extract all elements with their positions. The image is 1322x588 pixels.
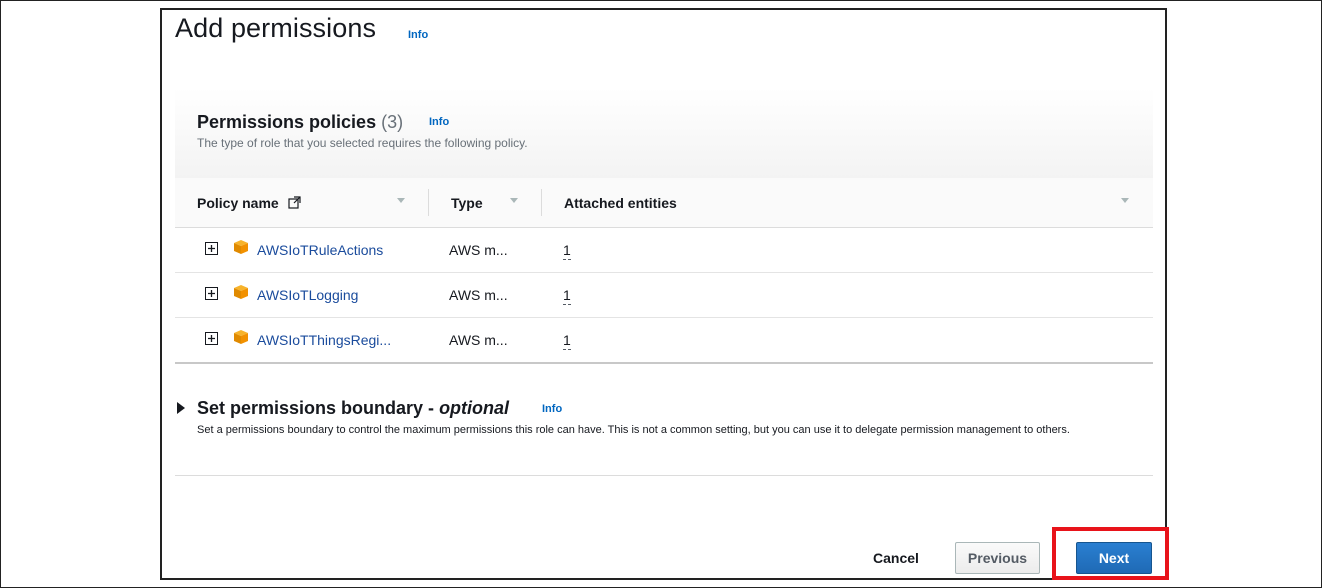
page-title: Add permissions bbox=[175, 13, 377, 43]
policy-type: AWS m... bbox=[449, 287, 508, 303]
table-row: AWSIoTLogging AWS m... 1 bbox=[175, 273, 1153, 318]
policy-type: AWS m... bbox=[449, 332, 508, 348]
boundary-info-link[interactable]: Info bbox=[542, 403, 562, 415]
sort-caret-icon[interactable] bbox=[1121, 198, 1129, 203]
permissions-policies-panel: Permissions policies (3) Info The type o… bbox=[175, 88, 1153, 364]
sort-caret-icon[interactable] bbox=[397, 198, 405, 203]
attached-entities-count[interactable]: 1 bbox=[563, 287, 571, 305]
table-row: AWSIoTRuleActions AWS m... 1 bbox=[175, 228, 1153, 273]
policy-type: AWS m... bbox=[449, 242, 508, 258]
policies-title-text: Permissions policies bbox=[197, 112, 377, 132]
boundary-description: Set a permissions boundary to control th… bbox=[197, 424, 1070, 436]
column-type[interactable]: Type bbox=[451, 195, 483, 211]
attached-entities-count[interactable]: 1 bbox=[563, 332, 571, 350]
expand-plus-icon[interactable] bbox=[205, 242, 218, 255]
managed-policy-icon bbox=[234, 330, 248, 344]
policy-name-link[interactable]: AWSIoTRuleActions bbox=[257, 242, 383, 258]
previous-button[interactable]: Previous bbox=[955, 542, 1040, 574]
policies-table-header: Policy name Type Attached entities bbox=[175, 178, 1153, 228]
cancel-button[interactable]: Cancel bbox=[852, 543, 940, 573]
policy-name-link[interactable]: AWSIoTLogging bbox=[257, 287, 358, 303]
section-divider bbox=[175, 475, 1153, 476]
expand-caret-right-icon[interactable] bbox=[177, 402, 185, 414]
next-button[interactable]: Next bbox=[1076, 542, 1152, 574]
boundary-optional-label: optional bbox=[439, 398, 510, 418]
policies-count: (3) bbox=[381, 112, 404, 132]
column-separator bbox=[428, 189, 429, 216]
expand-plus-icon[interactable] bbox=[205, 332, 218, 345]
boundary-title-text: Set permissions boundary - bbox=[197, 398, 440, 418]
column-attached-entities[interactable]: Attached entities bbox=[564, 195, 677, 211]
expand-plus-icon[interactable] bbox=[205, 287, 218, 300]
policies-info-link[interactable]: Info bbox=[429, 116, 449, 128]
page-info-link[interactable]: Info bbox=[408, 29, 428, 41]
policies-panel-header: Permissions policies (3) Info The type o… bbox=[175, 88, 1153, 179]
permissions-boundary-section: Set permissions boundary - optional Info… bbox=[175, 396, 1153, 476]
table-row: AWSIoTThingsRegi... AWS m... 1 bbox=[175, 318, 1153, 364]
external-link-icon bbox=[287, 196, 301, 209]
sort-caret-icon[interactable] bbox=[510, 198, 518, 203]
managed-policy-icon bbox=[234, 240, 248, 254]
policy-name-link[interactable]: AWSIoTThingsRegi... bbox=[257, 332, 391, 348]
policies-title: Permissions policies (3) bbox=[197, 112, 403, 133]
managed-policy-icon bbox=[234, 285, 248, 299]
column-policy-name[interactable]: Policy name bbox=[197, 195, 301, 211]
column-policy-name-label: Policy name bbox=[197, 195, 279, 211]
column-separator bbox=[541, 189, 542, 216]
boundary-title[interactable]: Set permissions boundary - optional bbox=[197, 398, 509, 419]
attached-entities-count[interactable]: 1 bbox=[563, 242, 571, 260]
policies-description: The type of role that you selected requi… bbox=[197, 136, 528, 150]
